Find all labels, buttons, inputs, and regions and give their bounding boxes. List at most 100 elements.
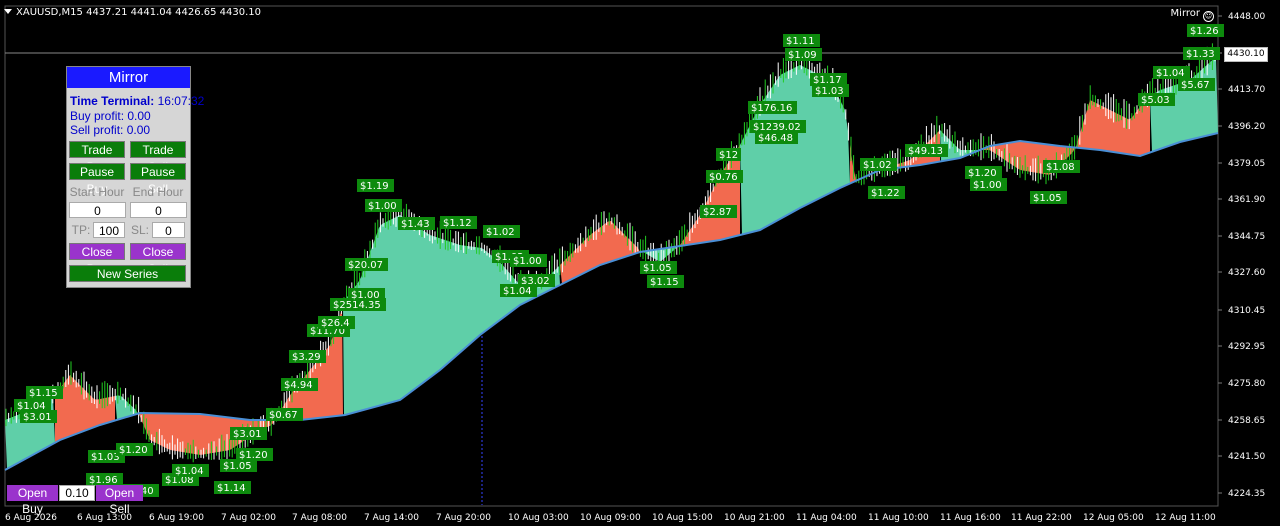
symbol-header: XAUUSD,M15 4437.21 4441.04 4426.65 4430.… — [4, 7, 261, 18]
close-sell-button[interactable]: Close Sell — [130, 243, 186, 276]
profit-label: $46.48 — [755, 131, 798, 144]
profit-label-text: $0.76 — [709, 172, 738, 183]
new-series-button[interactable]: New Series — [69, 265, 186, 282]
profit-label-text: $1.03 — [815, 86, 844, 97]
profit-label-text: $20.07 — [348, 260, 383, 271]
profit-label-text: $1.00 — [513, 256, 542, 267]
trade-sell-button[interactable]: Trade Sell — [130, 141, 186, 174]
close-buy-button[interactable]: Close Buy — [69, 243, 125, 276]
profit-label: $1.00 — [970, 178, 1007, 191]
price-chart[interactable]: $1.15$1.04$3.01$1.03$1.20$1.96$1.40$1.08… — [0, 0, 1280, 526]
profit-label-text: $1.04 — [503, 286, 532, 297]
profit-label: $1.15 — [26, 386, 63, 399]
sell-profit: Sell profit: 0.00 — [70, 123, 151, 137]
profit-label: $1.22 — [868, 186, 905, 199]
profit-label-text: $5.03 — [1141, 95, 1170, 106]
lot-size-input[interactable]: 0.10 — [59, 485, 95, 501]
pause-buy-button[interactable]: Pause Buy — [69, 163, 125, 196]
time-tick-label: 11 Aug 10:00 — [868, 513, 929, 523]
start-hour-input[interactable]: 0 — [69, 202, 126, 218]
time-tick-label: 7 Aug 20:00 — [436, 513, 491, 523]
time-tick-label: 12 Aug 05:00 — [1083, 513, 1144, 523]
profit-label: $1.20 — [965, 166, 1002, 179]
profit-label: $4.94 — [281, 378, 318, 391]
profit-label-text: $1.15 — [29, 388, 58, 399]
price-tick-label: 4241.50 — [1228, 452, 1265, 462]
profit-label-text: $0.67 — [269, 410, 298, 421]
profit-label: $1.03 — [812, 84, 849, 97]
price-tick-label: 4344.75 — [1228, 232, 1265, 242]
price-tick-label: 4327.60 — [1228, 268, 1265, 278]
profit-label: $1.19 — [357, 179, 394, 192]
profit-label: $1.26 — [1187, 24, 1224, 37]
profit-label-text: $1.05 — [643, 263, 672, 274]
profit-label: $176.16 — [748, 101, 797, 114]
profit-label: $1.04 — [1153, 66, 1190, 79]
profit-label-text: $1.04 — [175, 466, 204, 477]
profit-label-text: $1.20 — [968, 168, 997, 179]
price-tick-label: 4448.00 — [1228, 12, 1265, 22]
profit-label-text: $1.08 — [1046, 162, 1075, 173]
sl-label: SL: — [130, 223, 149, 237]
dropdown-triangle-icon[interactable] — [4, 9, 12, 14]
profit-label: $1.00 — [365, 199, 402, 212]
time-terminal: Time Terminal: 16:07:32 — [70, 94, 204, 108]
current-price-box: 4430.10 — [1224, 47, 1268, 62]
time-tick-label: 10 Aug 03:00 — [508, 513, 569, 523]
profit-label: $3.29 — [289, 350, 326, 363]
profit-label: $1.08 — [1043, 160, 1080, 173]
open-sell-button[interactable]: Open Sell — [96, 485, 143, 516]
ea-name: Mirror — [1170, 8, 1200, 19]
profit-label-text: $5.67 — [1181, 80, 1210, 91]
time-tick-label: 6 Aug 19:00 — [149, 513, 204, 523]
profit-label: $1.04 — [172, 464, 209, 477]
mirror-panel: Mirror Time Terminal: 16:07:32 Buy profi… — [66, 66, 204, 288]
profit-label: $1.43 — [398, 217, 435, 230]
profit-label-text: $1.19 — [360, 181, 389, 192]
tp-input[interactable]: 100 — [93, 222, 125, 238]
time-value: 16:07:32 — [157, 94, 205, 108]
profit-label: $1.20 — [116, 443, 153, 456]
profit-label: $3.01 — [230, 427, 267, 440]
profit-label: $1.00 — [510, 254, 547, 267]
profit-label-text: $1.05 — [1033, 193, 1062, 204]
profit-label: $1.09 — [785, 48, 822, 61]
profit-label: $3.01 — [20, 410, 57, 423]
trade-buy-button[interactable]: Trade Buy — [69, 141, 125, 174]
end-hour-input[interactable]: 0 — [130, 202, 187, 218]
price-tick-label: 4413.70 — [1228, 85, 1265, 95]
time-tick-label: 10 Aug 15:00 — [652, 513, 713, 523]
smiley-icon: ☺ — [1203, 11, 1214, 22]
time-tick-label: 11 Aug 04:00 — [796, 513, 857, 523]
profit-label: $1.14 — [214, 481, 251, 494]
price-tick-label: 4310.45 — [1228, 306, 1265, 316]
price-tick-label: 4396.20 — [1228, 122, 1265, 132]
profit-label: $5.67 — [1178, 78, 1215, 91]
buy-profit: Buy profit: 0.00 — [70, 109, 151, 123]
profit-label: $20.07 — [345, 258, 388, 271]
profit-label-text: $176.16 — [751, 103, 792, 114]
time-tick-label: 10 Aug 09:00 — [580, 513, 641, 523]
profit-label-text: $1.05 — [223, 461, 252, 472]
pause-sell-button[interactable]: Pause Sell — [130, 163, 186, 196]
time-tick-label: 7 Aug 14:00 — [364, 513, 419, 523]
time-tick-label: 11 Aug 16:00 — [940, 513, 1001, 523]
profit-label: $1.00 — [348, 288, 385, 301]
profit-label: $26.4 — [318, 316, 355, 329]
profit-label-text: $1.12 — [443, 218, 472, 229]
profit-label: $1.02 — [860, 158, 897, 171]
profit-label: $2.87 — [700, 205, 737, 218]
price-tick-label: 4379.05 — [1228, 159, 1265, 169]
time-tick-label: 10 Aug 21:00 — [724, 513, 785, 523]
profit-label: $1.04 — [500, 284, 537, 297]
profit-label-text: $1.33 — [1186, 49, 1215, 60]
profit-label-text: $1.09 — [788, 50, 817, 61]
ea-indicator[interactable]: Mirror ☺ — [1171, 8, 1214, 22]
profit-label-text: $26.4 — [321, 318, 350, 329]
open-buy-button[interactable]: Open Buy — [7, 485, 58, 516]
sl-input[interactable]: 0 — [152, 222, 185, 238]
profit-label: $0.76 — [706, 170, 743, 183]
profit-label-text: $1.22 — [871, 188, 900, 199]
profit-label-text: $1.03 — [91, 452, 120, 463]
time-label: Time Terminal: — [70, 94, 155, 108]
